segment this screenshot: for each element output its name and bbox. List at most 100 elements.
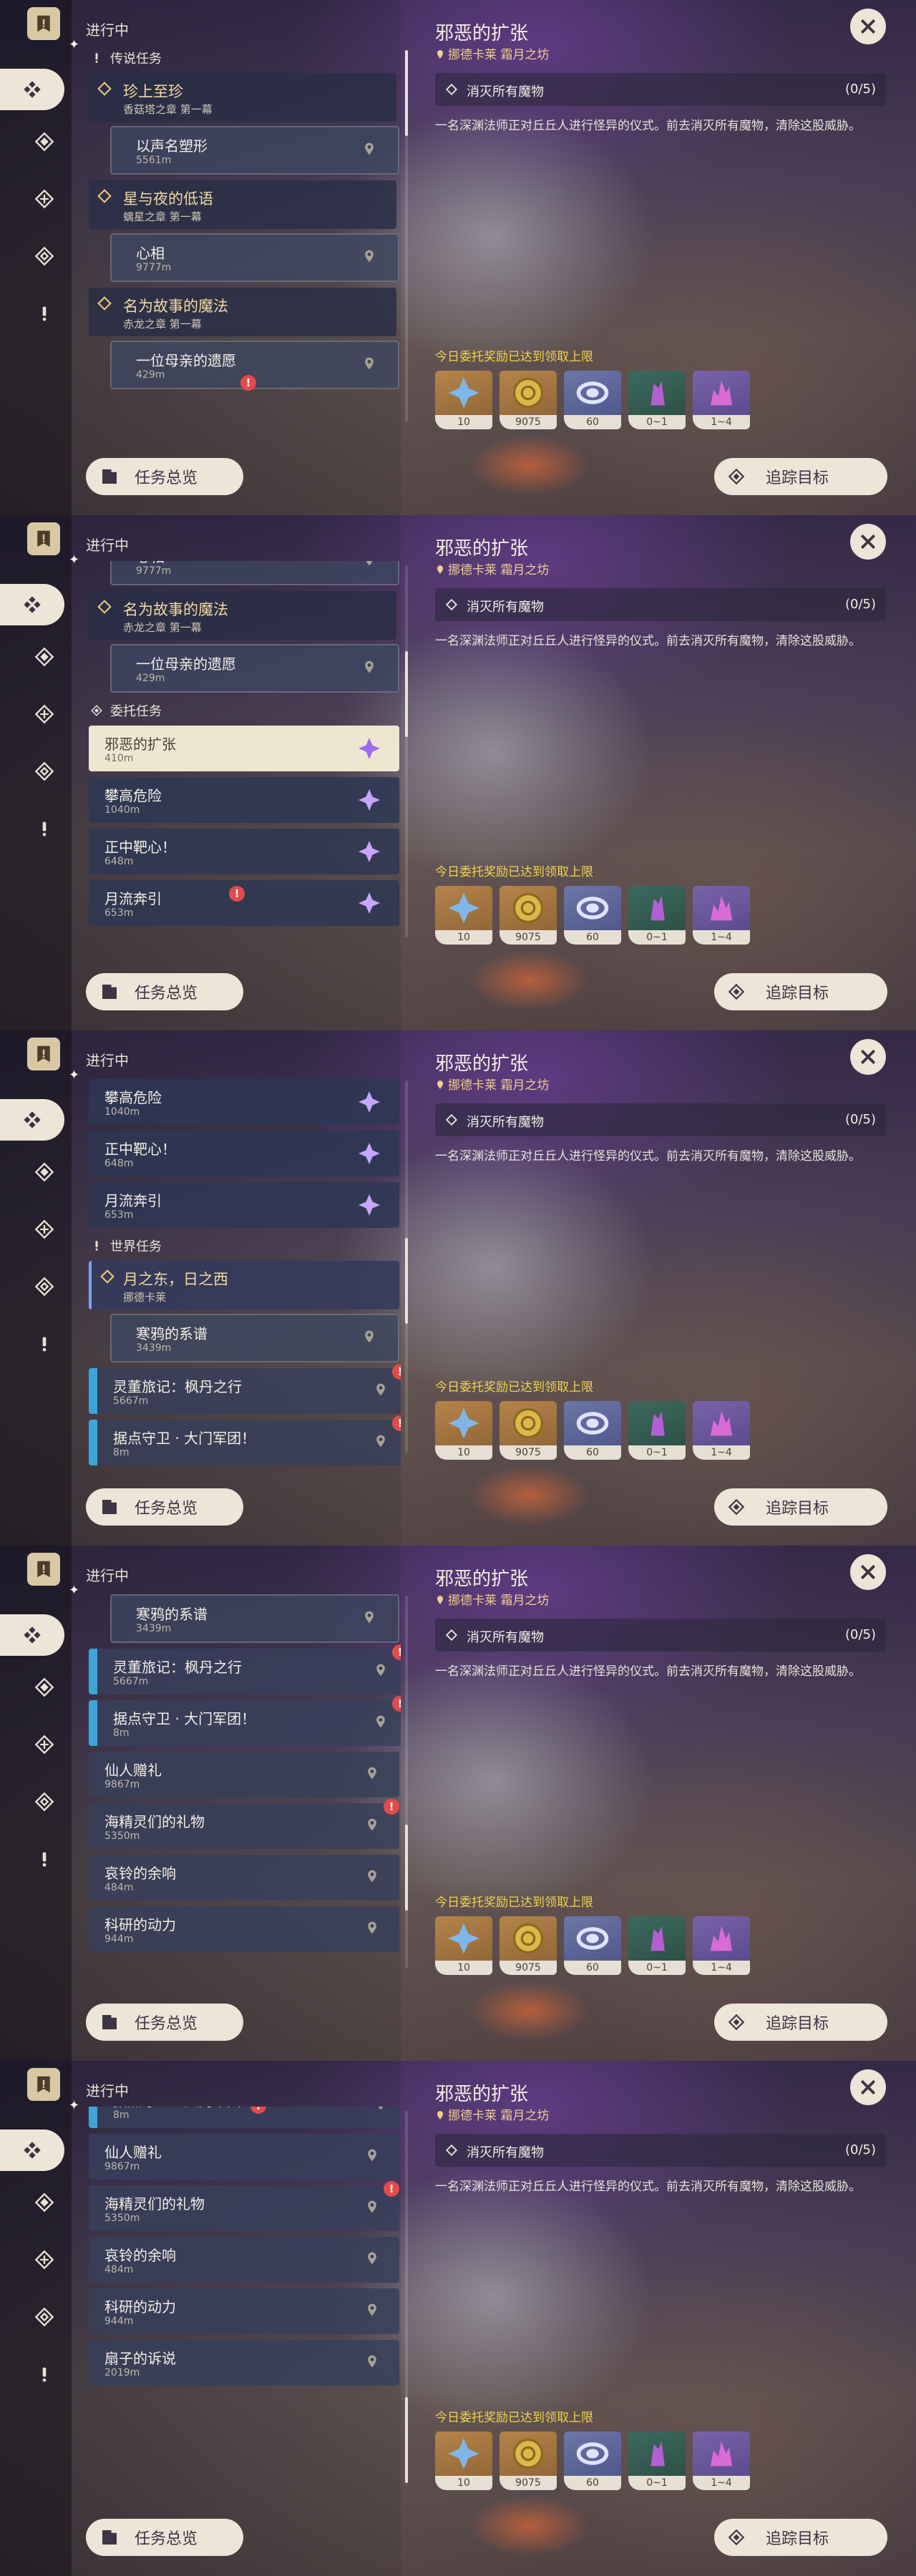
all-quests-tab-icon[interactable] [0,2129,64,2171]
reward-item[interactable]: 0~1 [628,2431,686,2490]
track-objective-button[interactable]: 追踪目标 [714,973,887,1010]
quest-book-icon[interactable] [27,1038,60,1070]
world-task-item[interactable]: 海精灵们的礼物 5350m ! [89,2181,399,2231]
all-quests-tab-icon[interactable] [0,1614,64,1656]
world-quest-tab-icon[interactable] [29,813,60,844]
track-objective-button[interactable]: 追踪目标 [714,2519,887,2556]
world-task-item[interactable]: 据点守卫 · 大门军团！ 8m ! [89,1415,401,1465]
story-quest-tab-icon[interactable] [29,1214,60,1245]
track-objective-button[interactable]: 追踪目标 [714,2004,887,2041]
close-button[interactable] [850,2069,886,2105]
quest-list[interactable]: 据点守卫 · 大门军团！ 8m ! 仙人赠礼 9867m 海精灵们的礼物 535… [86,2107,401,2507]
close-button[interactable] [850,1554,886,1590]
reward-item[interactable]: 1~4 [693,371,750,429]
subtask-item[interactable]: 以声名塑形 5561m [110,126,399,175]
quest-item[interactable]: 名为故事的魔法 赤龙之章 第一幕 [89,288,396,336]
quest-item[interactable]: 珍上至珍 香菇塔之章 第一幕 [89,73,396,122]
commission-item-selected[interactable]: 邪恶的扩张 410m [89,726,399,771]
scrollbar[interactable] [405,1596,408,1968]
reward-item[interactable]: 60 [564,2431,621,2490]
quest-list[interactable]: 心相 9777m 名为故事的魔法 赤龙之章 第一幕 一位母亲的遗愿 429m 委… [86,561,401,962]
archon-quest-tab-icon[interactable] [29,126,60,157]
world-task-item[interactable]: 海精灵们的礼物 5350m ! [89,1799,399,1849]
scroll-thumb[interactable] [405,1825,408,1911]
reward-item[interactable]: 1~4 [693,1401,750,1460]
world-task-item[interactable]: 据点守卫 · 大门军团！ 8m ! [89,1696,401,1746]
reward-item[interactable]: 10 [435,1401,492,1460]
reward-item[interactable]: 0~1 [628,1401,686,1460]
quest-book-icon[interactable] [27,1553,60,1586]
subtask-item[interactable]: 寒鸦的系谱 3439m [110,1594,399,1643]
close-button[interactable] [850,524,886,560]
subtask-item[interactable]: 寒鸦的系谱 3439m [110,1314,399,1362]
quest-book-icon[interactable] [27,522,60,555]
commission-item[interactable]: 正中靶心！ 648m [89,1131,399,1176]
reward-item[interactable]: 0~1 [628,371,686,429]
scroll-thumb[interactable] [405,651,408,737]
reward-item[interactable]: 1~4 [693,2431,750,2490]
world-quest-item[interactable]: 月之东，日之西 挪德卡莱 [89,1261,399,1309]
quest-list[interactable]: 传说任务 珍上至珍 香菇塔之章 第一幕 以声名塑形 5561m 星与夜的低语 螭… [86,46,401,447]
commission-tab-icon[interactable] [29,1786,60,1818]
world-quest-tab-icon[interactable] [29,1843,60,1875]
reward-item[interactable]: 9075 [500,1916,557,1975]
track-objective-button[interactable]: 追踪目标 [714,458,887,495]
reward-item[interactable]: 0~1 [628,886,686,945]
reward-item[interactable]: 10 [435,2431,492,2490]
world-task-item[interactable]: 灵董旅记：枫丹之行 5667m ! [89,1364,401,1414]
quest-overview-button[interactable]: 任务总览 [86,1488,243,1526]
quest-list[interactable]: 攀高危险 1040m 正中靶心！ 648m 月流奔引 653m 世界任务 月之东… [86,1076,401,1477]
reward-item[interactable]: 60 [564,371,621,429]
world-quest-tab-icon[interactable] [29,2358,60,2390]
commission-item[interactable]: 正中靶心！ 648m [89,829,399,874]
commission-item[interactable]: 月流奔引 653m [89,1182,399,1228]
subtask-item[interactable]: 心相 9777m [110,233,399,282]
reward-item[interactable]: 60 [564,886,621,945]
world-task-item[interactable]: 灵董旅记：枫丹之行 5667m ! [89,1644,401,1694]
scrollbar[interactable] [405,2111,408,2483]
commission-tab-icon[interactable] [29,756,60,787]
quest-item[interactable]: 星与夜的低语 螭星之章 第一幕 [89,180,396,229]
scrollbar[interactable] [405,1080,408,1453]
story-quest-tab-icon[interactable] [29,2244,60,2275]
subtask-item[interactable]: 一位母亲的遗愿 429m [110,644,399,693]
commission-tab-icon[interactable] [29,1271,60,1302]
commission-item[interactable]: 月流奔引 653m ! [89,880,399,926]
story-quest-tab-icon[interactable] [29,1729,60,1760]
world-task-item[interactable]: 仙人赠礼 9867m [89,1752,399,1797]
reward-item[interactable]: 0~1 [628,1916,686,1975]
all-quests-tab-icon[interactable] [0,69,64,110]
subtask-item[interactable]: 心相 9777m [110,561,399,585]
subtask-item[interactable]: 一位母亲的遗愿 429m ! [110,341,399,391]
reward-item[interactable]: 10 [435,371,492,429]
scroll-thumb[interactable] [405,1238,408,1324]
archon-quest-tab-icon[interactable] [29,1156,60,1188]
story-quest-tab-icon[interactable] [29,183,60,215]
scroll-thumb[interactable] [405,2397,408,2483]
commission-tab-icon[interactable] [29,240,60,272]
reward-item[interactable]: 60 [564,1916,621,1975]
world-task-item[interactable]: 哀铃的余响 484m [89,2237,399,2283]
quest-overview-button[interactable]: 任务总览 [86,2519,243,2556]
world-quest-tab-icon[interactable] [29,298,60,329]
commission-item[interactable]: 攀高危险 1040m [89,1079,399,1125]
story-quest-tab-icon[interactable] [29,698,60,730]
commission-tab-icon[interactable] [29,2301,60,2333]
archon-quest-tab-icon[interactable] [29,641,60,673]
world-task-item[interactable]: 仙人赠礼 9867m [89,2134,399,2180]
quest-overview-button[interactable]: 任务总览 [86,2004,243,2041]
reward-item[interactable]: 9075 [500,886,557,945]
reward-item[interactable]: 1~4 [693,886,750,945]
quest-book-icon[interactable] [27,7,60,40]
close-button[interactable] [850,9,886,44]
world-task-item[interactable]: 扇子的诉说 2019m [89,2340,399,2386]
world-task-item[interactable]: 哀铃的余响 484m [89,1855,399,1901]
commission-item[interactable]: 攀高危险 1040m [89,777,399,823]
world-task-item[interactable]: 科研的动力 944m [89,2288,399,2334]
scroll-thumb[interactable] [405,50,408,136]
quest-item[interactable]: 名为故事的魔法 赤龙之章 第一幕 [89,591,396,640]
quest-list[interactable]: 寒鸦的系谱 3439m 灵董旅记：枫丹之行 5667m ! 据点守卫 · 大门军… [86,1591,401,1992]
archon-quest-tab-icon[interactable] [29,1672,60,1703]
world-task-item[interactable]: 科研的动力 944m [89,1906,399,1952]
scrollbar[interactable] [405,565,408,937]
